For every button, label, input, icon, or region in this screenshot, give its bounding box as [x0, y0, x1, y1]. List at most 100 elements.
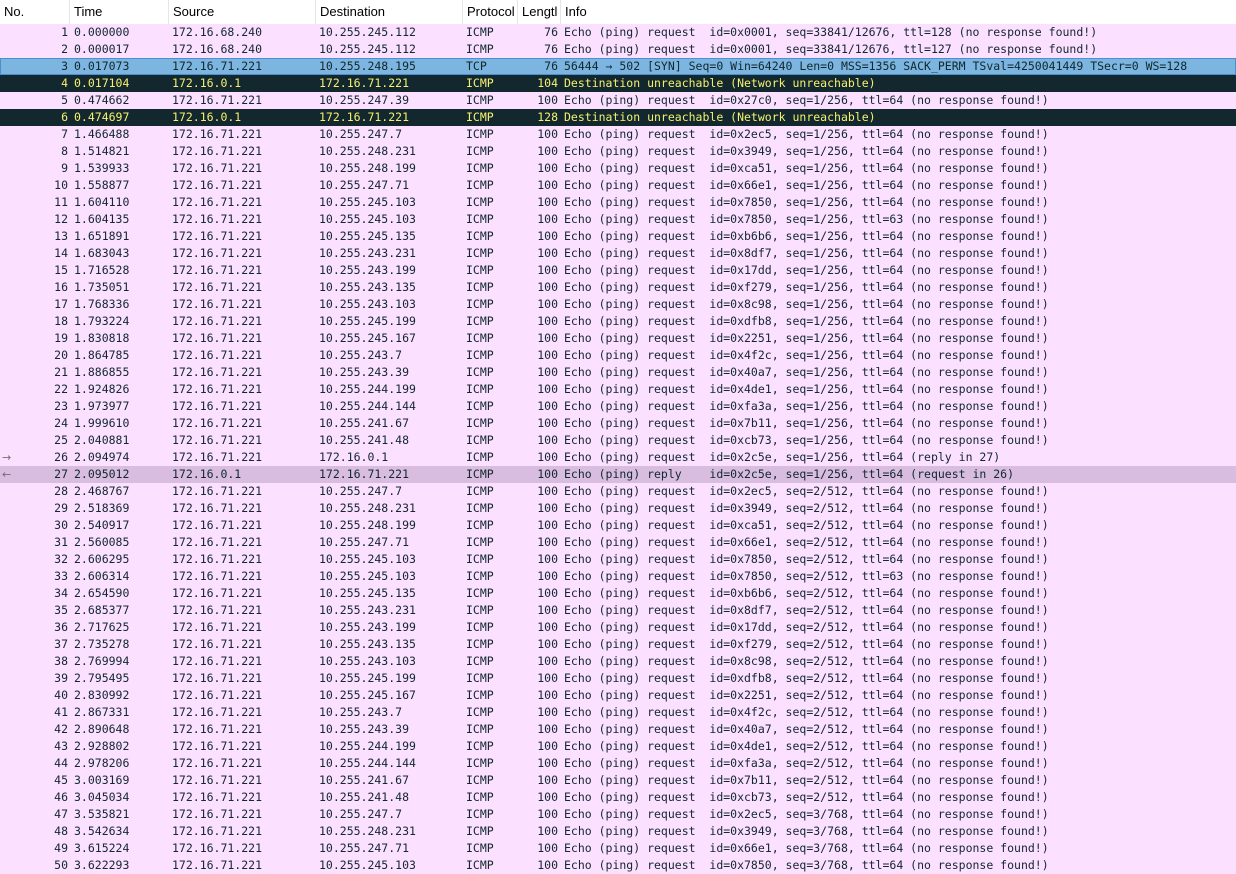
packet-number: 38: [54, 654, 68, 668]
packet-protocol: ICMP: [466, 195, 494, 209]
packet-row[interactable]: 48 3.542634 172.16.71.221 10.255.248.231 ICM…: [0, 823, 1236, 840]
packet-length: 100: [537, 297, 558, 311]
packet-row[interactable]: 37 2.735278 172.16.71.221 10.255.243.135 ICM…: [0, 636, 1236, 653]
packet-row[interactable]: 24 1.999610 172.16.71.221 10.255.241.67 ICMP…: [0, 415, 1236, 432]
packet-time: 3.615224: [74, 841, 130, 855]
column-header-source[interactable]: Source: [169, 0, 316, 24]
packet-info: Echo (ping) request id=0xfa3a, seq=1/256…: [564, 399, 1049, 413]
packet-row[interactable]: 7 1.466488 172.16.71.221 10.255.247.7 ICMP 10…: [0, 126, 1236, 143]
column-header-info[interactable]: Info: [561, 0, 1236, 24]
packet-length: 100: [537, 263, 558, 277]
packet-destination: 10.255.245.199: [319, 314, 416, 328]
packet-row[interactable]: 3 0.017073 172.16.71.221 10.255.248.195 TCP 7…: [0, 58, 1236, 75]
packet-source: 172.16.71.221: [172, 773, 263, 787]
packet-row[interactable]: 16 1.735051 172.16.71.221 10.255.243.135 ICM…: [0, 279, 1236, 296]
packet-row[interactable]: 44 2.978206 172.16.71.221 10.255.244.144 ICM…: [0, 755, 1236, 772]
packet-row[interactable]: 34 2.654590 172.16.71.221 10.255.245.135 ICM…: [0, 585, 1236, 602]
packet-row[interactable]: 40 2.830992 172.16.71.221 10.255.245.167 ICM…: [0, 687, 1236, 704]
packet-length: 100: [537, 382, 558, 396]
packet-row[interactable]: 18 1.793224 172.16.71.221 10.255.245.199 ICM…: [0, 313, 1236, 330]
packet-row[interactable]: 49 3.615224 172.16.71.221 10.255.247.71 ICMP…: [0, 840, 1236, 857]
column-header-destination[interactable]: Destination: [316, 0, 463, 24]
packet-row[interactable]: 41 2.867331 172.16.71.221 10.255.243.7 ICMP 1…: [0, 704, 1236, 721]
column-header-length[interactable]: Lengtl: [518, 0, 561, 24]
packet-destination: 10.255.243.199: [319, 620, 416, 634]
packet-protocol: ICMP: [466, 807, 494, 821]
packet-row[interactable]: 42 2.890648 172.16.71.221 10.255.243.39 ICMP…: [0, 721, 1236, 738]
packet-source: 172.16.71.221: [172, 127, 263, 141]
packet-row[interactable]: 47 3.535821 172.16.71.221 10.255.247.7 ICMP 1…: [0, 806, 1236, 823]
packet-time: 1.716528: [74, 263, 130, 277]
packet-source: 172.16.71.221: [172, 603, 263, 617]
packet-number: 32: [54, 552, 68, 566]
packet-row[interactable]: 13 1.651891 172.16.71.221 10.255.245.135 ICM…: [0, 228, 1236, 245]
packet-row[interactable]: 4 0.017104 172.16.0.1 172.16.71.221 ICMP 104 D…: [0, 75, 1236, 92]
packet-row[interactable]: 33 2.606314 172.16.71.221 10.255.245.103 ICM…: [0, 568, 1236, 585]
packet-row[interactable]: 25 2.040881 172.16.71.221 10.255.241.48 ICMP…: [0, 432, 1236, 449]
packet-info: Echo (ping) request id=0xfa3a, seq=2/512…: [564, 756, 1049, 770]
packet-destination: 10.255.245.103: [319, 569, 416, 583]
packet-row[interactable]: 35 2.685377 172.16.71.221 10.255.243.231 ICM…: [0, 602, 1236, 619]
packet-time: 0.000000: [74, 25, 130, 39]
packet-protocol: ICMP: [466, 331, 494, 345]
column-header-protocol[interactable]: Protocol: [463, 0, 518, 24]
packet-row[interactable]: 46 3.045034 172.16.71.221 10.255.241.48 ICMP…: [0, 789, 1236, 806]
packet-row[interactable]: 38 2.769994 172.16.71.221 10.255.243.103 ICM…: [0, 653, 1236, 670]
packet-info: Echo (ping) request id=0x0001, seq=33841…: [564, 25, 1098, 39]
packet-row[interactable]: 10 1.558877 172.16.71.221 10.255.247.71 ICMP…: [0, 177, 1236, 194]
packet-row[interactable]: 22 1.924826 172.16.71.221 10.255.244.199 ICM…: [0, 381, 1236, 398]
packet-row[interactable]: 15 1.716528 172.16.71.221 10.255.243.199 ICM…: [0, 262, 1236, 279]
packet-row[interactable]: 5 0.474662 172.16.71.221 10.255.247.39 ICMP 1…: [0, 92, 1236, 109]
packet-row[interactable]: 43 2.928802 172.16.71.221 10.255.244.199 ICM…: [0, 738, 1236, 755]
packet-time: 1.683043: [74, 246, 130, 260]
packet-row[interactable]: 39 2.795495 172.16.71.221 10.255.245.199 ICM…: [0, 670, 1236, 687]
packet-row[interactable]: 1 0.000000 172.16.68.240 10.255.245.112 ICMP…: [0, 24, 1236, 41]
packet-protocol: ICMP: [466, 229, 494, 243]
packet-row[interactable]: 21 1.886855 172.16.71.221 10.255.243.39 ICMP…: [0, 364, 1236, 381]
packet-row[interactable]: 30 2.540917 172.16.71.221 10.255.248.199 ICM…: [0, 517, 1236, 534]
packet-row[interactable]: 20 1.864785 172.16.71.221 10.255.243.7 ICMP 1…: [0, 347, 1236, 364]
packet-row[interactable]: 50 3.622293 172.16.71.221 10.255.245.103 ICM…: [0, 857, 1236, 874]
packet-row[interactable]: 36 2.717625 172.16.71.221 10.255.243.199 ICM…: [0, 619, 1236, 636]
packet-number: 45: [54, 773, 68, 787]
packet-row[interactable]: 45 3.003169 172.16.71.221 10.255.241.67 ICMP…: [0, 772, 1236, 789]
packet-info: Echo (ping) request id=0x2ec5, seq=3/768…: [564, 807, 1049, 821]
packet-row[interactable]: 11 1.604110 172.16.71.221 10.255.245.103 ICM…: [0, 194, 1236, 211]
packet-destination: 10.255.241.67: [319, 416, 410, 430]
packet-protocol: ICMP: [466, 841, 494, 855]
packet-row[interactable]: 29 2.518369 172.16.71.221 10.255.248.231 ICM…: [0, 500, 1236, 517]
packet-row[interactable]: 8 1.514821 172.16.71.221 10.255.248.231 ICMP…: [0, 143, 1236, 160]
packet-row[interactable]: ← 27 2.095012 172.16.0.1 172.16.71.221 ICMP 10…: [0, 466, 1236, 483]
column-header-no[interactable]: No.: [0, 0, 70, 24]
packet-row[interactable]: 2 0.000017 172.16.68.240 10.255.245.112 ICMP…: [0, 41, 1236, 58]
packet-source: 172.16.71.221: [172, 501, 263, 515]
packet-row[interactable]: 17 1.768336 172.16.71.221 10.255.243.103 ICM…: [0, 296, 1236, 313]
packet-row[interactable]: 31 2.560085 172.16.71.221 10.255.247.71 ICMP…: [0, 534, 1236, 551]
packet-protocol: ICMP: [466, 297, 494, 311]
packet-number: 43: [54, 739, 68, 753]
packet-length: 100: [537, 450, 558, 464]
packet-row[interactable]: 28 2.468767 172.16.71.221 10.255.247.7 ICMP 1…: [0, 483, 1236, 500]
packet-row[interactable]: 12 1.604135 172.16.71.221 10.255.245.103 ICM…: [0, 211, 1236, 228]
packet-protocol: ICMP: [466, 314, 494, 328]
packet-info: Echo (ping) request id=0xcb73, seq=1/256…: [564, 433, 1049, 447]
packet-row[interactable]: 14 1.683043 172.16.71.221 10.255.243.231 ICM…: [0, 245, 1236, 262]
packet-row[interactable]: 6 0.474697 172.16.0.1 172.16.71.221 ICMP 128 D…: [0, 109, 1236, 126]
packet-source: 172.16.71.221: [172, 399, 263, 413]
column-header-time[interactable]: Time: [70, 0, 169, 24]
packet-number: 8: [61, 144, 68, 158]
packet-row[interactable]: 23 1.973977 172.16.71.221 10.255.244.144 ICM…: [0, 398, 1236, 415]
packet-protocol: ICMP: [466, 824, 494, 838]
packet-row[interactable]: 19 1.830818 172.16.71.221 10.255.245.167 ICM…: [0, 330, 1236, 347]
packet-length: 100: [537, 518, 558, 532]
packet-number: 24: [54, 416, 68, 430]
packet-protocol: ICMP: [466, 671, 494, 685]
packet-source: 172.16.71.221: [172, 433, 263, 447]
packet-protocol: ICMP: [466, 280, 494, 294]
packet-destination: 10.255.243.103: [319, 297, 416, 311]
packet-row[interactable]: → 26 2.094974 172.16.71.221 172.16.0.1 ICMP 10…: [0, 449, 1236, 466]
packet-source: 172.16.71.221: [172, 756, 263, 770]
packet-row[interactable]: 9 1.539933 172.16.71.221 10.255.248.199 ICMP…: [0, 160, 1236, 177]
packet-row[interactable]: 32 2.606295 172.16.71.221 10.255.245.103 ICM…: [0, 551, 1236, 568]
packet-info: Echo (ping) request id=0x8c98, seq=1/256…: [564, 297, 1049, 311]
